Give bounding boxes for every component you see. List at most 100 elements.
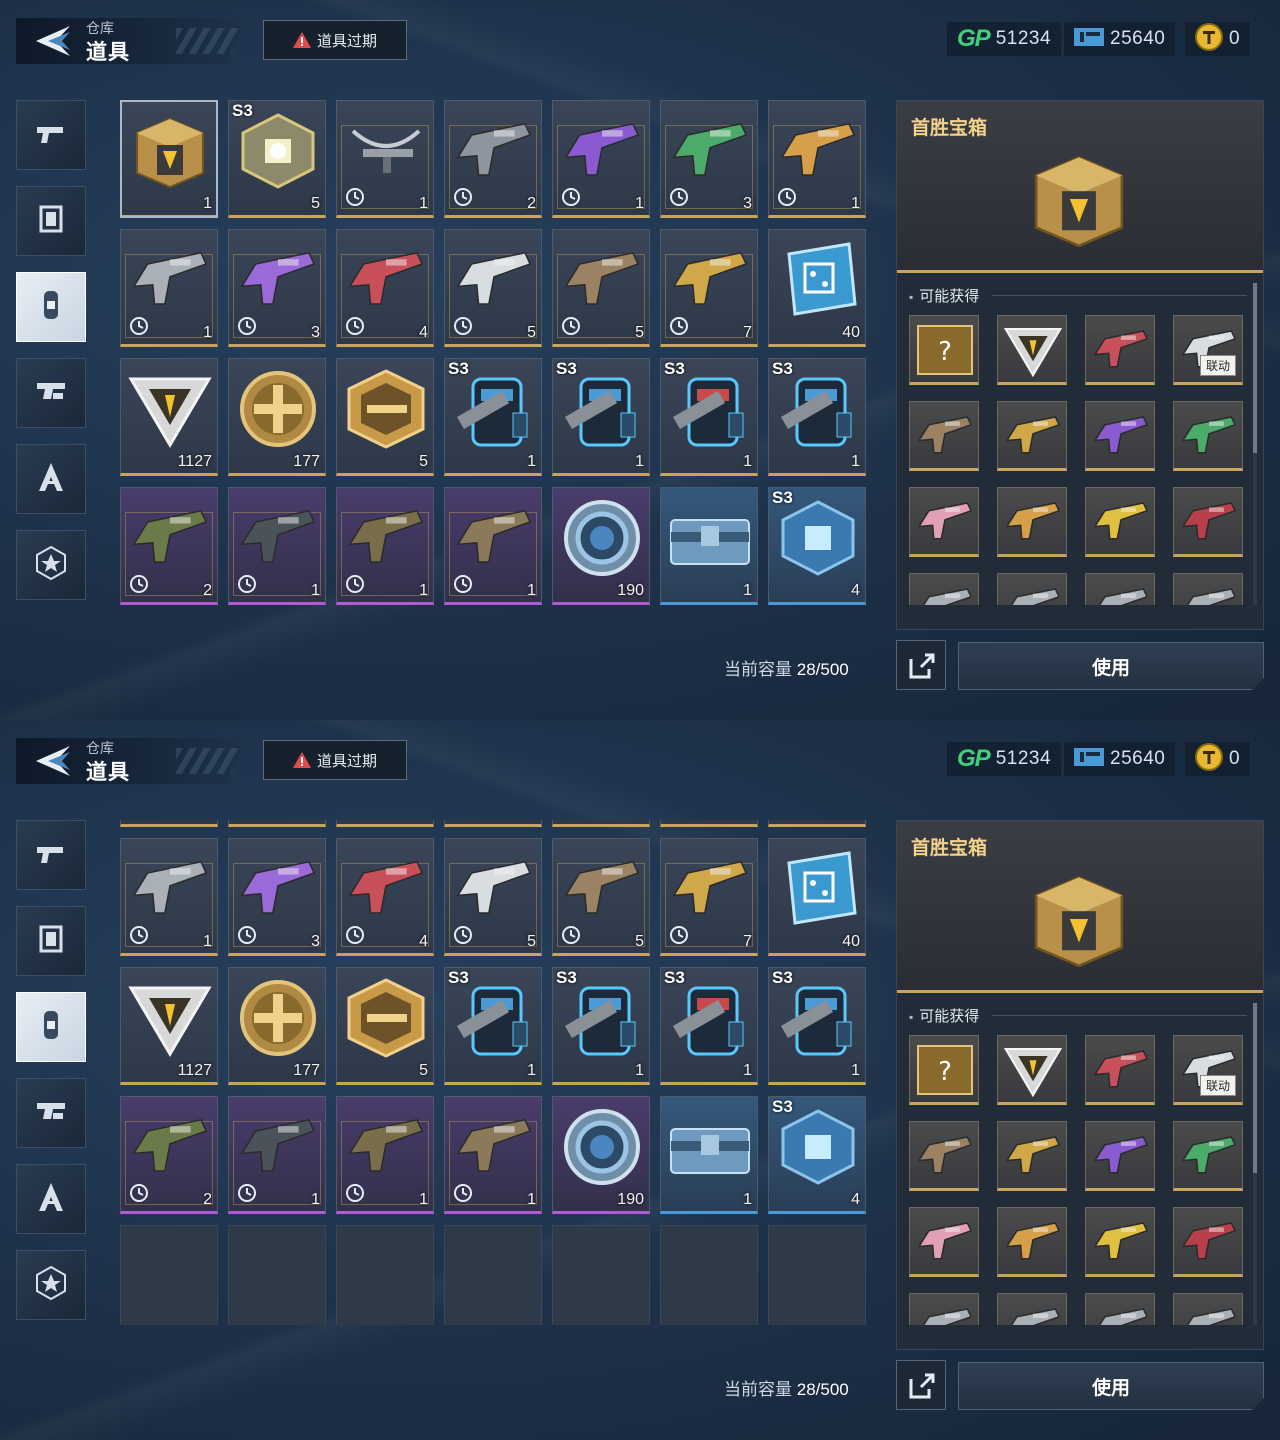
inventory-slot[interactable]: S3 1 — [444, 358, 542, 476]
inventory-slot[interactable]: 1 — [120, 820, 218, 827]
inventory-slot[interactable]: S3 1 — [552, 967, 650, 1085]
inventory-slot[interactable]: 1 — [120, 838, 218, 956]
reward-slot[interactable]: 联动 — [1173, 315, 1243, 385]
reward-slot[interactable]: ? — [909, 1035, 979, 1105]
sidebar-item-tools[interactable] — [16, 1164, 86, 1234]
share-button[interactable] — [896, 1360, 946, 1410]
inventory-slot[interactable]: 2 — [444, 100, 542, 218]
scrollbar-thumb[interactable] — [1253, 1003, 1257, 1173]
inventory-slot[interactable]: 1 — [336, 1096, 434, 1214]
inventory-slot[interactable]: 1 — [444, 1096, 542, 1214]
back-button[interactable]: 仓库 道具 — [16, 738, 246, 784]
inventory-slot[interactable]: 177 — [228, 358, 326, 476]
sidebar-item-frame[interactable] — [16, 906, 86, 976]
inventory-slot[interactable]: S3 1 — [768, 967, 866, 1085]
sidebar-item-gun-parts[interactable] — [16, 1078, 86, 1148]
reward-slot[interactable] — [997, 315, 1067, 385]
inventory-slot[interactable]: 5 — [336, 358, 434, 476]
inventory-slot[interactable]: 190 — [552, 487, 650, 605]
inventory-slot[interactable]: 1 — [552, 100, 650, 218]
inventory-slot[interactable]: 4 — [336, 229, 434, 347]
reward-slot[interactable] — [1085, 1035, 1155, 1105]
reward-slot[interactable] — [1085, 401, 1155, 471]
inventory-slot[interactable]: 1 — [336, 820, 434, 827]
inventory-slot[interactable]: 5 — [552, 838, 650, 956]
sidebar-item-gun-parts[interactable] — [16, 358, 86, 428]
inventory-slot[interactable]: 3 — [660, 820, 758, 827]
inventory-slot[interactable]: S35 — [228, 820, 326, 827]
inventory-slot[interactable]: S35 — [228, 100, 326, 218]
reward-slot[interactable]: 联动 — [1173, 1035, 1243, 1105]
reward-slot[interactable] — [1085, 1293, 1155, 1325]
sidebar-item-star-badge[interactable] — [16, 530, 86, 600]
reward-slot[interactable] — [1085, 1121, 1155, 1191]
inventory-slot[interactable]: S3 1 — [768, 358, 866, 476]
inventory-slot[interactable]: S3 1 — [660, 358, 758, 476]
reward-slot[interactable] — [909, 1121, 979, 1191]
inventory-slot[interactable]: 40 — [768, 229, 866, 347]
inventory-slot[interactable]: 3 — [660, 100, 758, 218]
inventory-slot[interactable]: 1127 — [120, 967, 218, 1085]
sidebar-item-pistol[interactable] — [16, 820, 86, 890]
reward-slot[interactable]: ? — [909, 315, 979, 385]
sidebar-item-pistol[interactable] — [16, 100, 86, 170]
inventory-slot[interactable]: 1 — [444, 487, 542, 605]
reward-slot[interactable] — [909, 573, 979, 605]
reward-slot[interactable] — [997, 1207, 1067, 1277]
reward-slot[interactable] — [1173, 1293, 1243, 1325]
inventory-slot[interactable]: 5 — [336, 967, 434, 1085]
inventory-slot[interactable]: 2 — [120, 487, 218, 605]
sidebar-item-consumable[interactable] — [16, 992, 86, 1062]
inventory-slot[interactable]: 1 — [660, 1096, 758, 1214]
use-button[interactable]: 使用 — [958, 642, 1264, 690]
inventory-slot[interactable]: 5 — [552, 229, 650, 347]
reward-slot[interactable] — [1085, 573, 1155, 605]
inventory-slot[interactable]: 7 — [660, 838, 758, 956]
inventory-slot[interactable]: 1 — [552, 820, 650, 827]
scrollbar-thumb[interactable] — [1253, 283, 1257, 453]
reward-slot[interactable] — [997, 487, 1067, 557]
reward-slot[interactable] — [1173, 1207, 1243, 1277]
reward-slot[interactable] — [997, 1293, 1067, 1325]
inventory-slot[interactable]: S3 4 — [768, 487, 866, 605]
reward-slot[interactable] — [997, 573, 1067, 605]
inventory-slot[interactable]: 1 — [120, 100, 218, 218]
inventory-slot[interactable]: 1 — [228, 487, 326, 605]
reward-slot[interactable] — [1085, 1207, 1155, 1277]
inventory-slot[interactable]: 3 — [228, 838, 326, 956]
inventory-slot[interactable]: 177 — [228, 967, 326, 1085]
inventory-slot[interactable]: 4 — [336, 838, 434, 956]
inventory-slot[interactable]: 1 — [660, 487, 758, 605]
reward-scrollbar[interactable] — [1253, 283, 1257, 605]
reward-slot[interactable] — [997, 1035, 1067, 1105]
inventory-slot[interactable]: 190 — [552, 1096, 650, 1214]
sidebar-item-star-badge[interactable] — [16, 1250, 86, 1320]
share-button[interactable] — [896, 640, 946, 690]
inventory-slot[interactable]: S3 1 — [444, 967, 542, 1085]
sidebar-item-tools[interactable] — [16, 444, 86, 514]
reward-slot[interactable] — [909, 1207, 979, 1277]
reward-slot[interactable] — [1173, 401, 1243, 471]
inventory-slot[interactable]: 1 — [336, 487, 434, 605]
inventory-slot[interactable]: 1 — [768, 100, 866, 218]
inventory-slot[interactable]: 2 — [444, 820, 542, 827]
inventory-slot[interactable]: S3 1 — [660, 967, 758, 1085]
reward-slot[interactable] — [909, 1293, 979, 1325]
sidebar-item-frame[interactable] — [16, 186, 86, 256]
reward-slot[interactable] — [909, 401, 979, 471]
reward-slot[interactable] — [1173, 487, 1243, 557]
reward-slot[interactable] — [997, 401, 1067, 471]
sidebar-item-consumable[interactable] — [16, 272, 86, 342]
inventory-slot[interactable]: S3 4 — [768, 1096, 866, 1214]
inventory-slot[interactable]: 5 — [444, 838, 542, 956]
expired-items-button[interactable]: 道具过期 — [263, 740, 407, 780]
reward-slot[interactable] — [997, 1121, 1067, 1191]
inventory-slot[interactable]: 3 — [228, 229, 326, 347]
inventory-slot[interactable]: 40 — [768, 838, 866, 956]
inventory-slot[interactable]: 1 — [120, 229, 218, 347]
inventory-slot[interactable]: 1127 — [120, 358, 218, 476]
inventory-slot[interactable]: 7 — [660, 229, 758, 347]
reward-slot[interactable] — [909, 487, 979, 557]
reward-scrollbar[interactable] — [1253, 1003, 1257, 1325]
inventory-slot[interactable]: 1 — [228, 1096, 326, 1214]
